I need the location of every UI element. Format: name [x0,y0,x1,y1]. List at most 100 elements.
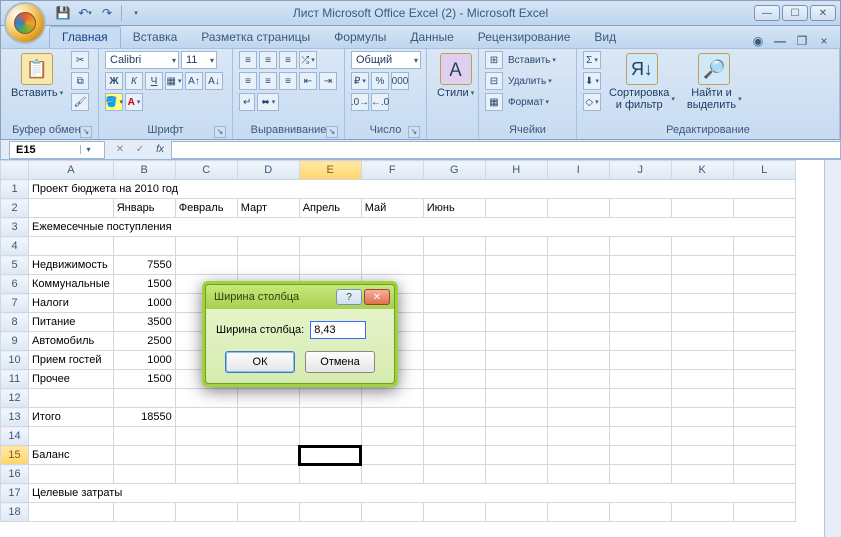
tab-разметка страницы[interactable]: Разметка страницы [189,27,322,48]
cell[interactable] [237,237,299,256]
cell[interactable]: 1500 [113,275,175,294]
cell[interactable] [547,408,609,427]
cell[interactable]: Недвижимость [29,256,114,275]
italic-button[interactable]: К [125,72,143,90]
cell[interactable] [671,294,733,313]
clipboard-launcher-icon[interactable]: ↘ [80,126,92,138]
cell[interactable] [299,389,361,408]
cell[interactable] [361,465,423,484]
cell[interactable]: Питание [29,313,114,332]
cell[interactable] [175,427,237,446]
maximize-button[interactable]: ☐ [782,5,808,21]
cell[interactable] [423,332,485,351]
col-header-I[interactable]: I [547,161,609,180]
office-button[interactable] [4,2,46,44]
col-header-B[interactable]: B [113,161,175,180]
cell[interactable] [175,256,237,275]
cell[interactable] [547,275,609,294]
cell[interactable] [299,408,361,427]
cell[interactable] [671,199,733,218]
column-width-input[interactable] [310,321,366,339]
vertical-scrollbar[interactable] [824,160,841,537]
cell[interactable] [237,465,299,484]
cell[interactable] [733,503,795,522]
cell[interactable] [547,256,609,275]
col-header-K[interactable]: K [671,161,733,180]
cell[interactable] [485,256,547,275]
align-launcher-icon[interactable]: ↘ [326,126,338,138]
cell[interactable] [547,237,609,256]
copy-icon[interactable]: ⧉ [71,72,89,90]
row-header-1[interactable]: 1 [1,180,29,199]
col-header-E[interactable]: E [299,161,361,180]
align-right-icon[interactable]: ≡ [279,72,297,90]
row-header-14[interactable]: 14 [1,427,29,446]
cell[interactable] [671,313,733,332]
qat-customize-icon[interactable]: ▾ [128,5,144,21]
name-box[interactable]: ▾ [9,141,105,159]
cell[interactable] [733,313,795,332]
cell[interactable] [671,465,733,484]
row-header-2[interactable]: 2 [1,199,29,218]
sort-filter-button[interactable]: Я↓ Сортировка и фильтр▾ [605,51,679,113]
col-header-L[interactable]: L [733,161,795,180]
cell[interactable] [733,199,795,218]
cell[interactable] [547,199,609,218]
cell[interactable] [29,503,114,522]
cell[interactable] [237,503,299,522]
format-painter-icon[interactable]: 🖌 [71,93,89,111]
cell[interactable] [29,389,114,408]
cell[interactable] [361,389,423,408]
cell[interactable] [671,237,733,256]
tab-формулы[interactable]: Формулы [322,27,398,48]
wrap-text-button[interactable]: ↵ [239,93,255,111]
cell[interactable]: Январь [113,199,175,218]
formula-input[interactable] [171,141,840,159]
format-cells-button[interactable]: Формат [505,93,552,111]
cell[interactable] [485,199,547,218]
insert-cells-icon[interactable]: ⊞ [485,51,503,69]
enter-formula-icon[interactable]: ✓ [131,142,149,158]
decrease-indent-icon[interactable]: ⇤ [299,72,317,90]
row-header-4[interactable]: 4 [1,237,29,256]
cell[interactable] [547,294,609,313]
cell[interactable]: Июнь [423,199,485,218]
ok-button[interactable]: ОК [225,351,295,373]
cell[interactable] [113,389,175,408]
cell[interactable] [671,408,733,427]
cell[interactable] [609,408,671,427]
col-header-F[interactable]: F [361,161,423,180]
cell[interactable]: Баланс [29,446,114,465]
cell[interactable]: Налоги [29,294,114,313]
ribbon-minimize-icon[interactable]: — [772,34,788,48]
redo-icon[interactable]: ↷ [99,5,115,21]
cell[interactable] [113,237,175,256]
cell[interactable]: Апрель [299,199,361,218]
increase-decimal-icon[interactable]: .0→ [351,93,369,111]
cell[interactable] [609,294,671,313]
cell[interactable] [733,389,795,408]
clear-icon[interactable]: ◇ [583,93,601,111]
undo-icon[interactable]: ↶▾ [77,5,93,21]
minimize-button[interactable]: — [754,5,780,21]
decrease-decimal-icon[interactable]: ←.0 [371,93,389,111]
cell[interactable] [423,313,485,332]
cell[interactable]: Коммунальные [29,275,114,294]
cell[interactable] [609,446,671,465]
paste-button[interactable]: 📋 Вставить▾ [7,51,67,101]
cell[interactable] [299,446,361,465]
cell[interactable] [113,503,175,522]
cell[interactable] [175,503,237,522]
cell[interactable] [113,446,175,465]
cell[interactable] [423,408,485,427]
cell[interactable] [175,237,237,256]
cell[interactable] [113,465,175,484]
cell[interactable] [485,408,547,427]
cell[interactable]: Целевые затраты [29,484,796,503]
cut-icon[interactable]: ✂ [71,51,89,69]
fx-icon[interactable]: fx [151,142,169,158]
fill-color-button[interactable]: 🪣 [105,93,123,111]
cell[interactable] [361,408,423,427]
tab-главная[interactable]: Главная [49,26,121,48]
cell[interactable] [671,427,733,446]
